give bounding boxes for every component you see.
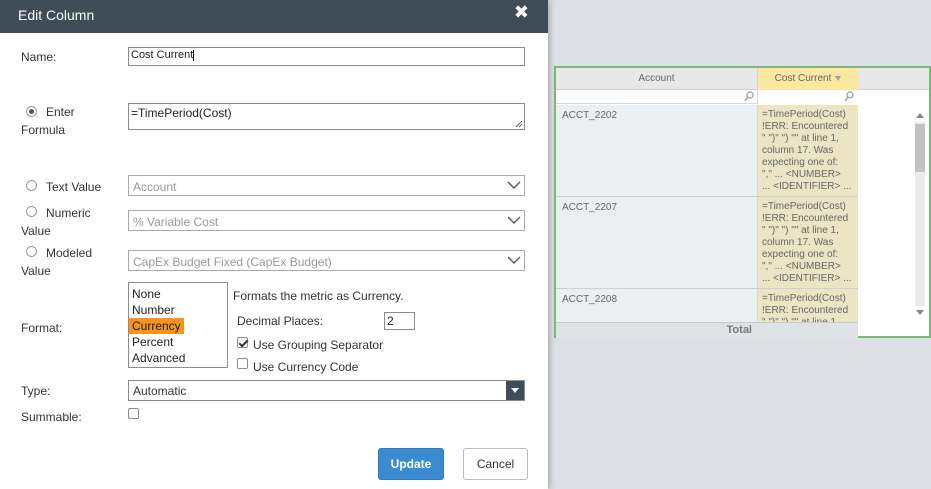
format-label: Format: — [21, 321, 63, 335]
numeric-value-select-value: % Variable Cost — [133, 215, 219, 229]
numeric-value-label: Numeric — [46, 206, 91, 220]
cost-current-cell: =TimePeriod(Cost) !ERR: Encountered " ")… — [758, 105, 858, 196]
cost-current-column-header-label: Cost Current — [774, 73, 832, 84]
format-option-number[interactable]: Number — [129, 302, 227, 318]
name-input-value: Cost Current — [131, 49, 194, 61]
decimal-places-value: 2 — [387, 314, 394, 328]
dialog-title: Edit Column — [18, 7, 95, 23]
account-cell: ACCT_2207 — [556, 197, 758, 288]
chevron-down-icon — [507, 256, 521, 264]
enter-formula-label: Enter — [46, 105, 75, 119]
edit-column-dialog: Edit Column ✖ Name: Cost Current Enter F… — [0, 0, 548, 489]
caret-down-icon[interactable] — [506, 381, 524, 400]
summable-label: Summable: — [21, 410, 82, 424]
account-column-header-label: Account — [638, 73, 675, 84]
sort-caret-icon — [835, 75, 842, 81]
resize-grip-icon[interactable] — [515, 120, 523, 128]
summable-checkbox[interactable] — [128, 408, 139, 419]
format-option-advanced[interactable]: Advanced — [129, 350, 227, 366]
filter-row — [556, 90, 858, 104]
chevron-down-icon — [507, 181, 521, 189]
text-value-radio[interactable] — [26, 180, 37, 191]
cancel-button[interactable]: Cancel — [463, 448, 528, 480]
format-option-currency[interactable]: Currency — [129, 318, 184, 334]
type-select[interactable]: Automatic — [128, 380, 525, 401]
text-value-select-value: Account — [133, 180, 177, 194]
table-row[interactable]: ACCT_2208 =TimePeriod(Cost) !ERR: Encoun… — [556, 289, 858, 322]
close-icon[interactable]: ✖ — [514, 3, 529, 21]
account-cell: ACCT_2202 — [556, 105, 758, 196]
use-grouping-checkbox[interactable] — [237, 337, 248, 348]
numeric-value-label-2: Value — [21, 224, 51, 238]
numeric-value-radio[interactable] — [26, 206, 37, 217]
search-icon — [844, 91, 854, 102]
account-column-header[interactable]: Account — [556, 68, 758, 90]
chevron-down-icon — [507, 216, 521, 224]
scrollbar-thumb[interactable] — [915, 124, 925, 172]
decimal-places-label: Decimal Places: — [237, 314, 324, 328]
cost-current-cell: =TimePeriod(Cost) !ERR: Encountered " ")… — [758, 197, 858, 288]
type-select-value: Automatic — [133, 384, 187, 398]
enter-formula-label-2: Formula — [21, 123, 66, 137]
grid-body: ACCT_2202 =TimePeriod(Cost) !ERR: Encoun… — [556, 105, 858, 322]
modeled-value-select-value: CapEx Budget Fixed (CapEx Budget) — [133, 255, 332, 269]
enter-formula-radio[interactable] — [26, 106, 37, 117]
name-input[interactable]: Cost Current — [128, 47, 525, 66]
format-listbox[interactable]: None Number Currency Percent Advanced — [128, 282, 228, 368]
scroll-down-icon[interactable] — [916, 310, 924, 315]
modeled-value-label-2: Value — [21, 264, 51, 278]
use-currency-code-checkbox[interactable] — [237, 358, 248, 369]
format-description: Formats the metric as Currency. — [233, 289, 404, 303]
modeled-value-label: Modeled — [46, 246, 93, 260]
table-row[interactable]: ACCT_2202 =TimePeriod(Cost) !ERR: Encoun… — [556, 105, 858, 197]
cost-current-cell: =TimePeriod(Cost) !ERR: Encountered " ")… — [758, 289, 858, 322]
text-value-label: Text Value — [46, 180, 102, 194]
use-grouping-label: Use Grouping Separator — [253, 338, 384, 352]
grid-header: Account Cost Current — [556, 68, 929, 90]
total-label: Total — [726, 324, 752, 336]
dialog-header: Edit Column ✖ — [0, 0, 548, 33]
modeled-value-select[interactable]: CapEx Budget Fixed (CapEx Budget) — [128, 250, 525, 271]
cost-current-column-header[interactable]: Cost Current — [758, 68, 858, 90]
name-label: Name: — [21, 50, 57, 64]
update-button[interactable]: Update — [378, 448, 444, 480]
type-label: Type: — [21, 384, 51, 398]
text-value-select[interactable]: Account — [128, 175, 525, 196]
vertical-scrollbar[interactable] — [913, 110, 925, 318]
use-currency-code-label: Use Currency Code — [253, 360, 359, 374]
account-filter[interactable] — [556, 90, 758, 104]
table-row[interactable]: ACCT_2207 =TimePeriod(Cost) !ERR: Encoun… — [556, 197, 858, 289]
account-cell: ACCT_2208 — [556, 289, 758, 322]
cost-current-filter[interactable] — [758, 90, 858, 104]
decimal-places-input[interactable]: 2 — [384, 312, 415, 330]
search-icon — [744, 91, 754, 102]
grid-footer: Total — [556, 322, 858, 338]
formula-textarea[interactable]: =TimePeriod(Cost) — [128, 103, 525, 130]
numeric-value-select[interactable]: % Variable Cost — [128, 210, 525, 231]
format-option-none[interactable]: None — [129, 286, 227, 302]
format-option-currency-row: Currency — [129, 318, 227, 334]
scroll-up-icon[interactable] — [916, 113, 924, 118]
formula-value: =TimePeriod(Cost) — [131, 106, 232, 120]
column-preview-grid: Account Cost Current ACCT_2202 =TimePeri… — [554, 66, 931, 338]
format-option-percent[interactable]: Percent — [129, 334, 227, 350]
modeled-value-radio[interactable] — [26, 246, 37, 257]
